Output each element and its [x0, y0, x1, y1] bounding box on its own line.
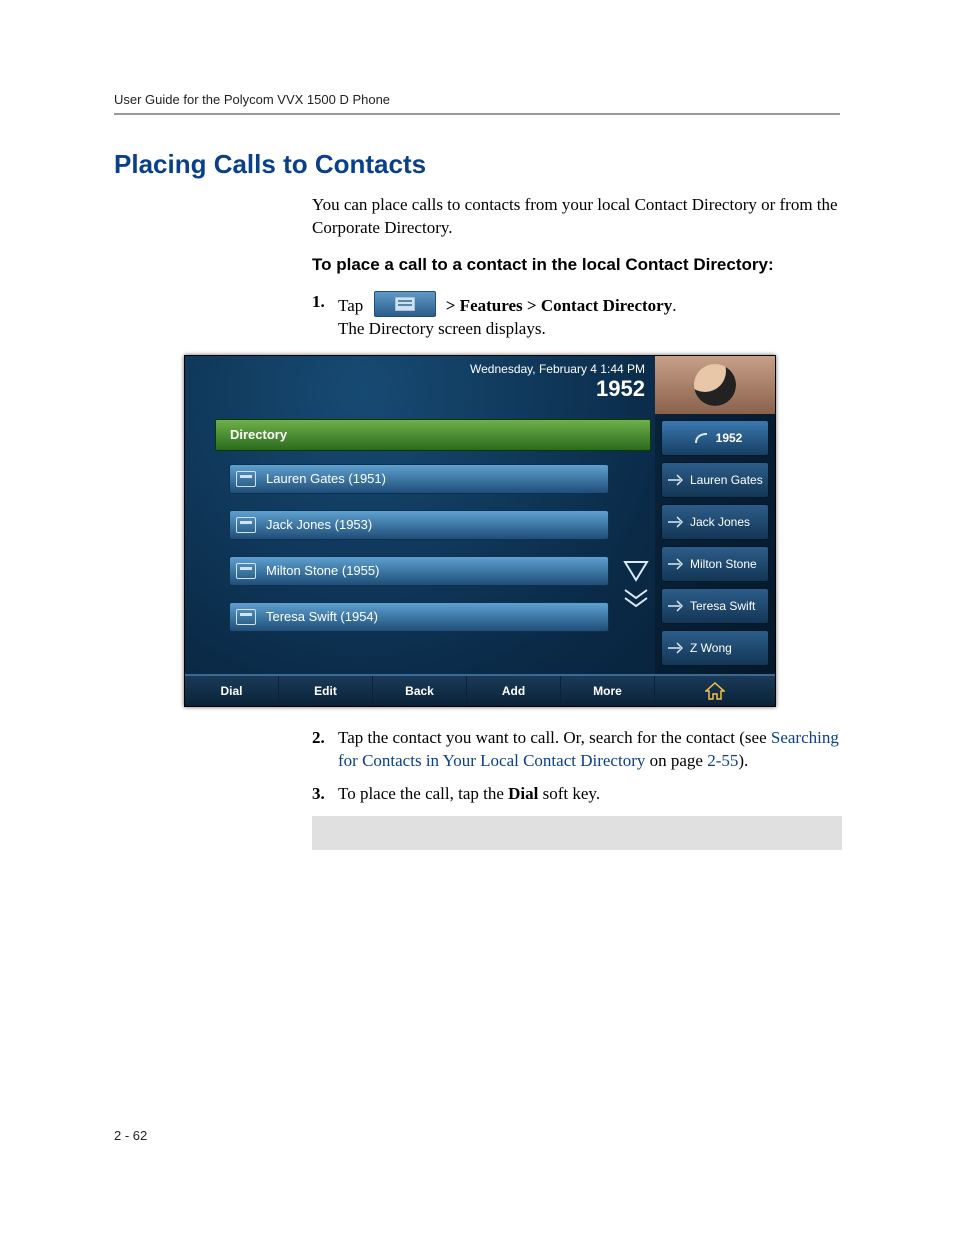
speed-dial-icon [666, 556, 684, 572]
procedure-steps: Tap > Features > Contact Directory. The … [312, 291, 842, 341]
rail-self-line[interactable]: 1952 [661, 420, 769, 456]
contact-row[interactable]: Teresa Swift (1954) [229, 602, 609, 632]
step2-text-e: ). [738, 751, 748, 770]
running-head: User Guide for the Polycom VVX 1500 D Ph… [114, 92, 840, 113]
contact-name: Teresa Swift (1954) [266, 609, 378, 624]
step3-text-c: soft key. [538, 784, 600, 803]
xref-page-link[interactable]: 2-55 [707, 751, 738, 770]
rail-label: Teresa Swift [690, 599, 755, 613]
step1-menu-path: > Features > Contact Directory [446, 296, 672, 315]
phone-title-bar: Directory [215, 419, 651, 451]
phone-screenshot: Wednesday, February 4 1:44 PM 1952 Direc… [184, 355, 776, 707]
contact-name: Lauren Gates (1951) [266, 471, 386, 486]
rail-contact[interactable]: Jack Jones [661, 504, 769, 540]
section-heading: Placing Calls to Contacts [114, 149, 840, 180]
speed-dial-icon [666, 598, 684, 614]
softkey-dial[interactable]: Dial [185, 676, 279, 706]
chevron-down-icon[interactable] [623, 560, 649, 582]
header-rule [114, 113, 840, 115]
handset-icon [692, 430, 710, 446]
speed-dial-icon [666, 472, 684, 488]
body-text-2: Tap the contact you want to call. Or, se… [312, 727, 842, 806]
step-3: To place the call, tap the Dial soft key… [312, 783, 842, 806]
contact-card-icon [236, 609, 256, 625]
scroll-arrows[interactable] [623, 560, 651, 616]
contact-name: Milton Stone (1955) [266, 563, 379, 578]
procedure-steps-cont: Tap the contact you want to call. Or, se… [312, 727, 842, 806]
rail-contact[interactable]: Lauren Gates [661, 462, 769, 498]
phone-extension: 1952 [596, 376, 645, 402]
softkey-edit[interactable]: Edit [279, 676, 373, 706]
softkey-label: More [593, 684, 622, 698]
contact-row[interactable]: Lauren Gates (1951) [229, 464, 609, 494]
contact-card-icon [236, 471, 256, 487]
phone-title-text: Directory [230, 427, 287, 442]
step2-text-c: on page [645, 751, 707, 770]
rail-contact[interactable]: Z Wong [661, 630, 769, 666]
contact-name: Jack Jones (1953) [266, 517, 372, 532]
phone-datetime: Wednesday, February 4 1:44 PM [470, 362, 645, 376]
softkey-back[interactable]: Back [373, 676, 467, 706]
speed-dial-icon [666, 640, 684, 656]
rail-label: Milton Stone [690, 557, 757, 571]
contact-card-icon [236, 517, 256, 533]
phone-contact-list: Lauren Gates (1951) Jack Jones (1953) Mi… [229, 464, 609, 648]
softkey-label: Back [405, 684, 434, 698]
rail-label: Jack Jones [690, 515, 750, 529]
intro-paragraph: You can place calls to contacts from you… [312, 194, 842, 240]
chevron-double-down-icon[interactable] [623, 588, 649, 610]
placeholder-block [312, 816, 842, 850]
phone-avatar [655, 356, 775, 414]
phone-right-rail: 1952 Lauren Gates Jack Jones Milton Ston… [655, 414, 775, 676]
contact-card-icon [236, 563, 256, 579]
document-page: User Guide for the Polycom VVX 1500 D Ph… [0, 0, 954, 1235]
step-1: Tap > Features > Contact Directory. The … [312, 291, 842, 341]
contact-row[interactable]: Jack Jones (1953) [229, 510, 609, 540]
rail-label: Lauren Gates [690, 473, 763, 487]
home-icon [705, 682, 725, 700]
softkey-label: Dial [220, 684, 242, 698]
step2-text-a: Tap the contact you want to call. Or, se… [338, 728, 771, 747]
rail-contact[interactable]: Teresa Swift [661, 588, 769, 624]
rail-contact[interactable]: Milton Stone [661, 546, 769, 582]
phone-topbar: Wednesday, February 4 1:44 PM 1952 [185, 356, 775, 414]
softkey-label: Edit [314, 684, 337, 698]
step3-text-a: To place the call, tap the [338, 784, 508, 803]
softkey-home[interactable] [655, 676, 775, 706]
rail-label: Z Wong [690, 641, 732, 655]
menu-icon [374, 291, 436, 317]
softkey-add[interactable]: Add [467, 676, 561, 706]
body-text: You can place calls to contacts from you… [312, 194, 842, 341]
step1-tail: . [672, 296, 676, 315]
phone-softkeys: Dial Edit Back Add More [185, 674, 775, 706]
procedure-heading: To place a call to a contact in the loca… [312, 254, 842, 277]
speed-dial-icon [666, 514, 684, 530]
rail-label: 1952 [716, 431, 743, 445]
step1-pre: Tap [338, 296, 363, 315]
softkey-label: Add [502, 684, 525, 698]
contact-row[interactable]: Milton Stone (1955) [229, 556, 609, 586]
softkey-more[interactable]: More [561, 676, 655, 706]
step-2: Tap the contact you want to call. Or, se… [312, 727, 842, 773]
step1-result: The Directory screen displays. [338, 318, 842, 341]
page-number: 2 - 62 [114, 1128, 147, 1143]
dial-label: Dial [508, 784, 538, 803]
